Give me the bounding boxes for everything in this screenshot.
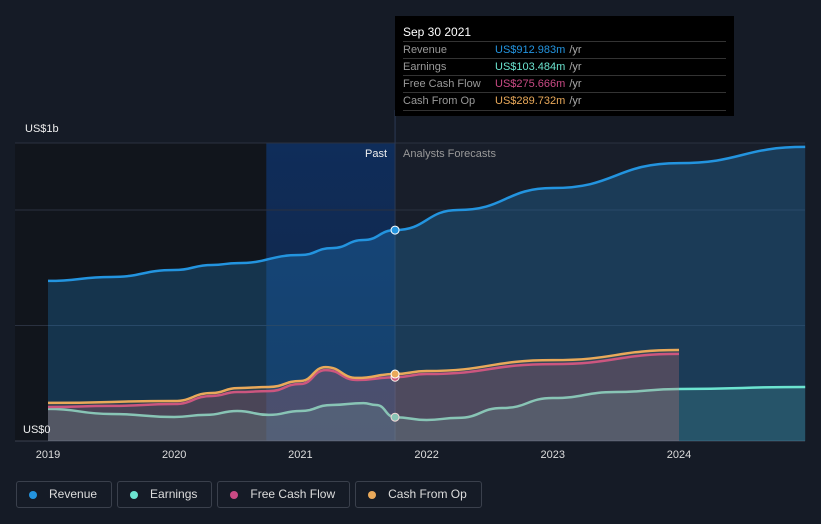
x-tick-label: 2019 <box>36 449 60 461</box>
legend-revenue[interactable]: Revenue <box>16 481 113 508</box>
label: Revenue <box>403 44 448 56</box>
marker-cash-from-op <box>390 369 400 379</box>
value: US$275.666m <box>495 78 566 90</box>
y-label-bottom: US$0 <box>23 424 51 436</box>
past-label: Past <box>365 148 387 160</box>
x-tick-label: 2023 <box>541 449 565 461</box>
tooltip-row-cfo: Cash From Op US$289.732m/yr <box>403 92 726 111</box>
forecast-label: Analysts Forecasts <box>403 148 496 160</box>
label: Free Cash Flow <box>403 78 481 90</box>
label: Cash From Op <box>403 95 476 107</box>
legend-label: Earnings <box>150 487 198 501</box>
legend-fcf[interactable]: Free Cash Flow <box>217 481 351 508</box>
value: US$103.484m <box>495 61 566 73</box>
x-tick-label: 2021 <box>288 449 312 461</box>
legend-cfo[interactable]: Cash From Op <box>355 481 482 508</box>
tooltip-row-earnings: Earnings US$103.484m/yr <box>403 58 726 76</box>
marker-revenue <box>390 225 400 235</box>
unit: /yr <box>569 95 582 107</box>
value: US$912.983m <box>495 44 566 56</box>
x-tick-label: 2020 <box>162 449 186 461</box>
dot-icon <box>130 490 139 499</box>
legend-label: Revenue <box>49 487 98 501</box>
y-label-top: US$1b <box>25 123 59 135</box>
value: US$289.732m <box>495 95 566 107</box>
x-tick-label: 2024 <box>667 449 691 461</box>
legend-label: Cash From Op <box>388 487 467 501</box>
legend-label: Free Cash Flow <box>250 487 336 501</box>
label: Earnings <box>403 61 447 73</box>
dot-icon <box>29 490 37 499</box>
unit: /yr <box>569 44 582 56</box>
legend-earnings[interactable]: Earnings <box>117 481 213 508</box>
dot-icon <box>368 490 377 499</box>
x-tick-label: 2022 <box>414 449 438 461</box>
tooltip-row-fcf: Free Cash Flow US$275.666m/yr <box>403 75 726 93</box>
dot-icon <box>230 490 239 499</box>
legend: Revenue Earnings Free Cash Flow Cash Fro… <box>16 481 482 508</box>
unit: /yr <box>569 78 582 90</box>
tooltip-row-revenue: Revenue US$912.983m/yr <box>403 41 726 59</box>
tooltip: Sep 30 2021 Revenue US$912.983m/yr Earnin… <box>395 16 734 116</box>
unit: /yr <box>569 61 582 73</box>
tooltip-date: Sep 30 2021 <box>403 25 472 39</box>
